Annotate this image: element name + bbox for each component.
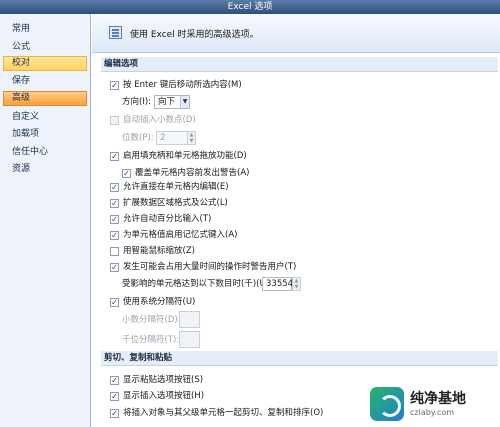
page-description: 使用 Excel 时采用的高级选项。 <box>130 30 259 40</box>
spinner-arrows-icon: ▲ ▼ <box>187 132 195 144</box>
checkbox-edit-in-cell[interactable]: ✓ <box>110 183 119 192</box>
checkbox-auto-decimal[interactable] <box>110 116 119 125</box>
sidebar-item-proofing[interactable]: 校对 <box>3 56 87 71</box>
option-decimal-separator: 小数分隔符(D): <box>92 311 492 328</box>
sidebar-item-general[interactable]: 常用 <box>3 22 87 37</box>
option-thousands-separator: 千位分隔符(T): <box>92 331 492 348</box>
options-sidebar: 常用 公式 校对 保存 高级 自定义 加载项 信任中心 资源 <box>0 14 91 427</box>
section-cut-copy-paste: 剪切、复制和粘贴 <box>101 351 498 366</box>
decimal-separator-input[interactable] <box>179 311 200 328</box>
option-auto-decimal[interactable]: 自动插入小数点(D) <box>92 114 492 127</box>
sidebar-item-addins[interactable]: 加载项 <box>3 127 87 142</box>
spinner-arrows-icon: ▲ ▼ <box>292 278 300 290</box>
option-cells-threshold: 受影响的单元格达到以下数目时(千)(U): 33554 ▲ ▼ <box>92 277 492 291</box>
checkbox-alert-slow-operation[interactable]: ✓ <box>110 263 119 272</box>
settings-list-icon <box>109 26 122 39</box>
option-alert-slow-operation[interactable]: ✓ 发生可能会占用大量时间的操作时警告用户(T) <box>92 261 492 274</box>
option-auto-percent[interactable]: ✓ 允许自动百分比输入(T) <box>92 213 492 226</box>
brand-logo-icon <box>370 387 404 421</box>
checkbox-show-insert-options[interactable]: ✓ <box>110 392 119 401</box>
sidebar-item-advanced[interactable]: 高级 <box>3 91 87 106</box>
sidebar-item-formulas[interactable]: 公式 <box>3 40 87 55</box>
watermark-subtitle: czlaby.com <box>410 407 455 417</box>
checkbox-intellimouse-zoom[interactable] <box>110 247 119 256</box>
option-autocomplete[interactable]: ✓ 为单元格值启用记忆式键入(A) <box>92 229 492 242</box>
cells-threshold-spinner[interactable]: ▲ ▼ <box>292 277 301 291</box>
option-places: 位数(P): 2 ▲ ▼ <box>92 131 492 145</box>
cells-threshold-input[interactable]: 33554 <box>262 277 293 291</box>
checkbox-show-paste-options[interactable]: ✓ <box>110 376 119 385</box>
checkbox-autocomplete[interactable]: ✓ <box>110 231 119 240</box>
option-fill-handle[interactable]: ✓ 启用填充柄和单元格拖放功能(D) <box>92 150 492 163</box>
option-alert-overwrite[interactable]: ✓ 覆盖单元格内容前发出警告(A) <box>104 167 484 180</box>
checkbox-auto-percent[interactable]: ✓ <box>110 215 119 224</box>
options-content: 使用 Excel 时采用的高级选项。 编辑选项 ✓ 按 Enter 键后移动所选… <box>92 14 500 427</box>
sidebar-item-trust-center[interactable]: 信任中心 <box>3 145 87 160</box>
places-spinner[interactable]: 2 ▲ ▼ <box>156 131 196 145</box>
checkbox-alert-overwrite[interactable]: ✓ <box>122 169 131 178</box>
chevron-down-icon: ▼ <box>180 96 189 108</box>
option-direction: 方向(I): 向下 ▼ <box>92 95 492 109</box>
option-system-separators[interactable]: ✓ 使用系统分隔符(U) <box>92 296 492 309</box>
sidebar-item-resources[interactable]: 资源 <box>3 162 87 177</box>
option-edit-in-cell[interactable]: ✓ 允许直接在单元格内编辑(E) <box>92 181 492 194</box>
checkbox-move-after-enter[interactable]: ✓ <box>110 81 119 90</box>
option-move-after-enter[interactable]: ✓ 按 Enter 键后移动所选内容(M) <box>92 79 492 92</box>
option-extend-formats[interactable]: ✓ 扩展数据区域格式及公式(L) <box>92 197 492 210</box>
watermark-title: 纯净基地 <box>410 390 466 407</box>
checkbox-cut-copy-sort-objects[interactable]: ✓ <box>110 409 119 418</box>
page-header: 使用 Excel 时采用的高级选项。 <box>92 14 500 53</box>
site-watermark: 纯净基地 czlaby.com <box>370 384 498 424</box>
checkbox-extend-formats[interactable]: ✓ <box>110 199 119 208</box>
window-title: Excel 选项 <box>227 2 273 12</box>
checkbox-system-separators[interactable]: ✓ <box>110 298 119 307</box>
sidebar-item-save[interactable]: 保存 <box>3 74 87 89</box>
direction-dropdown[interactable]: 向下 ▼ <box>154 95 190 109</box>
checkbox-fill-handle[interactable]: ✓ <box>110 152 119 161</box>
window-titlebar: Excel 选项 <box>0 0 500 14</box>
section-editing-options: 编辑选项 <box>101 57 498 72</box>
thousands-separator-input[interactable] <box>179 331 200 348</box>
option-intellimouse-zoom[interactable]: 用智能鼠标缩放(Z) <box>92 245 492 258</box>
sidebar-item-customize[interactable]: 自定义 <box>3 110 87 125</box>
